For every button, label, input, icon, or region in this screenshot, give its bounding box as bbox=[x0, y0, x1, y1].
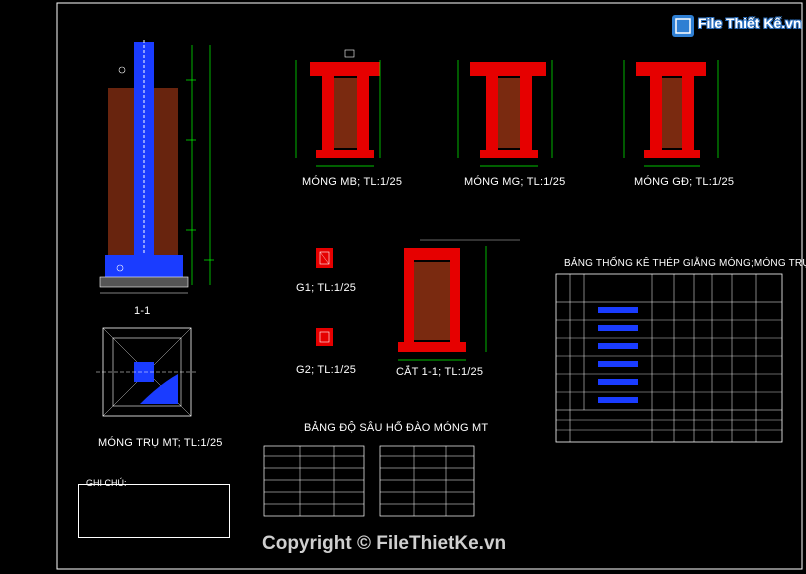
title-bang-thong-ke: BẢNG THỐNG KÊ THÉP GIẰNG MÓNG;MÓNG TRỤ bbox=[564, 258, 806, 269]
title-bang-do-sau: BẢNG ĐỘ SÂU HỐ ĐÀO MÓNG MT bbox=[304, 422, 489, 434]
brand-name: File Thiết Kế.vn bbox=[698, 15, 802, 31]
depth-table-left bbox=[263, 445, 365, 517]
footing-mg bbox=[457, 60, 553, 167]
title-mong-mg: MÓNG MG; TL:1/25 bbox=[464, 176, 566, 188]
depth-table-right bbox=[379, 445, 475, 517]
column-section-1-1 bbox=[99, 40, 214, 294]
title-g1: G1; TL:1/25 bbox=[296, 282, 357, 294]
title-mong-tru-mt: MÓNG TRỤ MT; TL:1/25 bbox=[98, 437, 223, 449]
title-mong-mb: MÓNG MB; TL:1/25 bbox=[302, 176, 403, 188]
beam-g1 bbox=[316, 248, 333, 268]
plan-view-mong-mt bbox=[96, 327, 198, 417]
steel-stat-table bbox=[555, 273, 783, 443]
notes-box bbox=[78, 484, 230, 538]
title-g2: G2; TL:1/25 bbox=[296, 364, 357, 376]
title-section-1-1: 1-1 bbox=[134, 305, 151, 317]
title-cat-1-1: CẮT 1-1; TL:1/25 bbox=[396, 366, 484, 378]
title-mong-gd: MÓNG GĐ; TL:1/25 bbox=[634, 176, 735, 188]
section-cut-1-1 bbox=[398, 239, 520, 361]
copyright-watermark: Copyright © FileThietKe.vn bbox=[262, 533, 507, 554]
footing-mb bbox=[295, 49, 381, 167]
beam-g2 bbox=[316, 328, 333, 346]
footing-gd bbox=[623, 60, 719, 167]
